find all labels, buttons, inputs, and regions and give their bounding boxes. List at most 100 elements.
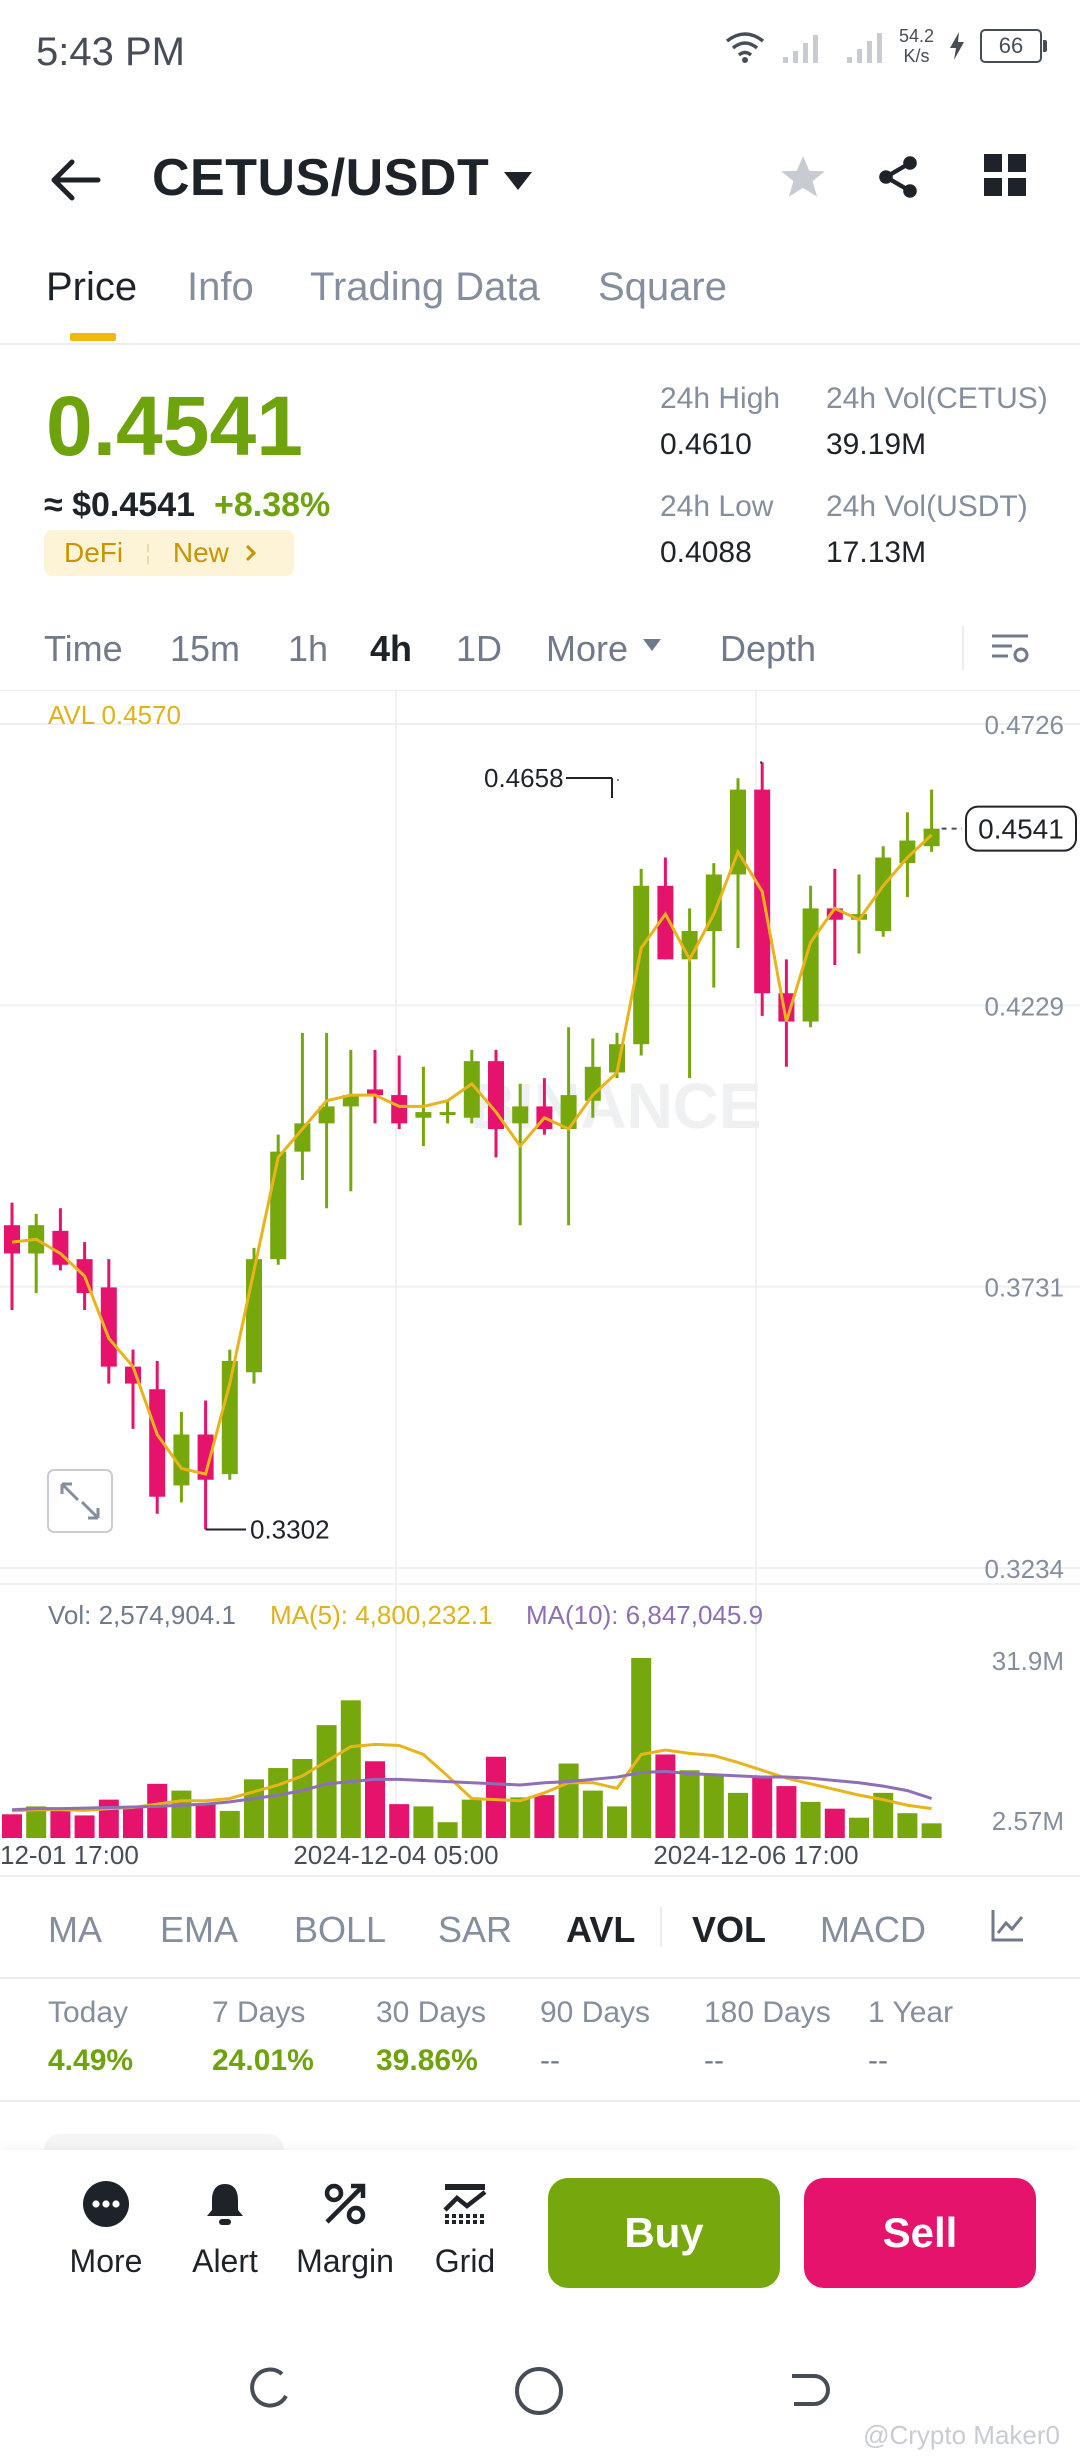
volume-bar [849,1817,869,1838]
volume-bar [824,1808,845,1838]
volume-bar [171,1790,192,1838]
volume-bar [98,1799,119,1838]
tab-info[interactable]: Info [187,265,254,310]
net-speed-unit: K/s [903,46,930,66]
grid-label: Grid [434,2243,496,2279]
recent-apps-icon[interactable] [246,2366,294,2414]
indicator-boll[interactable]: BOLL [294,1909,386,1951]
more-dropdown-icon[interactable] [642,638,662,652]
tab-square[interactable]: Square [598,265,727,310]
volume-bar [389,1804,410,1838]
x-tick-label: 2024-12-04 05:00 [293,1840,498,1870]
timeframe-depth[interactable]: Depth [720,628,816,670]
bell-icon [207,2184,243,2225]
indicator-sar[interactable]: SAR [438,1909,512,1951]
candle-body [923,828,940,847]
tab-price[interactable]: Price [46,265,137,310]
sell-button[interactable]: Sell [804,2178,1036,2288]
header: CETUS/USDT [0,130,1080,230]
volume-bar [921,1823,942,1838]
volume-tick-bottom: 2.57M [992,1806,1064,1836]
volume-bar [582,1790,603,1838]
price-tick-label: 0.3234 [984,1554,1064,1584]
chart-svg[interactable]: BINANCE 0.4726 0.4229 0.3731 0.3234 0.4658 0.3… [0,690,1080,1875]
volume-bar [486,1756,506,1838]
current-price-label: 0.4541 [978,814,1064,845]
volume-bar [607,1806,627,1838]
pair-dropdown-icon[interactable] [502,170,534,192]
volume-bar [679,1770,700,1838]
status-bar: 5:43 PM 54.2 K/s 66 [0,0,1080,110]
timeframe-15m[interactable]: 15m [170,628,240,670]
grid-menu-icon[interactable] [984,154,1026,196]
alert-button[interactable]: Alert [175,2180,275,2280]
ma10-legend: MA(10): 6,847,045.9 [526,1600,764,1630]
more-label: More [69,2243,143,2279]
active-tab-indicator [70,333,116,341]
ma5-legend: MA(5): 4,800,232.1 [270,1600,493,1630]
candle-body [391,1095,408,1124]
perf-value-90d: -- [540,2044,560,2077]
pair-title[interactable]: CETUS/USDT [152,148,489,208]
indicator-settings-icon[interactable] [990,1907,1026,1943]
timeframe-time[interactable]: Time [44,628,123,670]
fiat-price: ≈ $0.4541 [44,486,196,524]
binance-watermark: BINANCE [470,1070,762,1142]
page-tabs: Price Info Trading Data Square [0,255,1080,345]
high-label: 24h High [660,382,781,415]
tab-trading-data[interactable]: Trading Data [310,265,540,310]
tag-separator: ¦ [145,540,151,565]
share-icon[interactable] [874,152,922,202]
timeframe-more[interactable]: More [546,628,628,670]
perf-value-7d: 24.01% [212,2044,314,2077]
price-tick-label: 0.4726 [984,710,1064,740]
indicator-vol[interactable]: VOL [692,1909,766,1951]
charging-icon [950,32,964,60]
candle-body [415,1112,432,1118]
chevron-right-icon [245,544,256,562]
home-icon[interactable] [512,2364,566,2418]
back-nav-icon[interactable] [784,2366,832,2414]
tags-badge[interactable]: DeFi ¦ New [44,530,294,576]
indicator-ema[interactable]: EMA [160,1909,238,1951]
tag-new[interactable]: New [173,537,229,569]
indicator-macd[interactable]: MACD [820,1909,926,1951]
buy-button[interactable]: Buy [548,2178,780,2288]
perf-label-today: Today [48,1996,129,2029]
perf-divider [0,2100,1080,2102]
volume-bar [268,1768,289,1838]
volume-bar [897,1813,918,1838]
volume-bar [2,1814,22,1838]
star-icon[interactable] [778,152,828,202]
x-tick-label: 2024-12-06 17:00 [653,1840,858,1870]
grid-bot-icon [443,2184,487,2224]
timeframe-1d[interactable]: 1D [456,628,502,670]
indicator-ma[interactable]: MA [48,1909,102,1951]
avl-legend: AVL 0.4570 [48,700,181,730]
vol-base-value: 39.19M [826,428,927,461]
back-arrow-icon[interactable] [48,156,104,204]
price-tick-label: 0.4229 [984,991,1064,1021]
candle-body [681,931,698,960]
volume-bar [776,1786,797,1838]
grid-button[interactable]: Grid [415,2180,515,2280]
tag-category[interactable]: DeFi [64,537,123,569]
timeframe-4h[interactable]: 4h [370,628,412,670]
perf-value-1y: -- [868,2044,888,2077]
status-icons: 54.2 K/s 66 [723,26,1047,66]
status-time: 5:43 PM [36,30,185,74]
vol-quote-label: 24h Vol(USDT) [826,490,1028,523]
volume-bar [147,1783,168,1838]
vol-quote-value: 17.13M [826,536,927,569]
volume-bar [437,1822,458,1838]
chart-settings-icon[interactable] [990,630,1030,666]
indicator-bar: MA EMA BOLL SAR AVL VOL MACD [0,1875,1080,1979]
price-chart[interactable]: BINANCE 0.4726 0.4229 0.3731 0.3234 0.4658 0.3… [0,690,1080,1875]
alert-label: Alert [192,2243,258,2279]
margin-button[interactable]: Margin [295,2180,395,2280]
timeframe-1h[interactable]: 1h [288,628,328,670]
perf-label-180d: 180 Days [704,1996,831,2029]
more-button[interactable]: More [56,2180,156,2280]
indicator-avl[interactable]: AVL [566,1909,635,1951]
volume-bar [655,1754,676,1838]
